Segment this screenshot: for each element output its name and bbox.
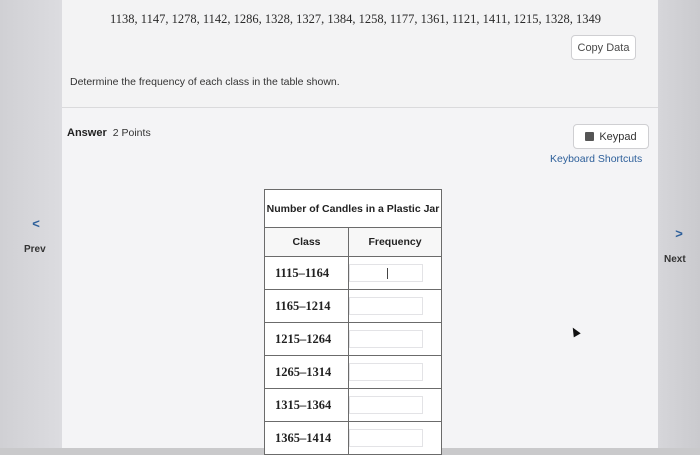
- next-button[interactable]: Next: [664, 254, 686, 265]
- frequency-input[interactable]: [349, 330, 423, 348]
- keypad-label: Keypad: [599, 130, 637, 143]
- copy-data-button[interactable]: Copy Data: [571, 35, 636, 60]
- next-arrow-icon[interactable]: >: [668, 222, 690, 244]
- data-values: 1138, 1147, 1278, 1142, 1286, 1328, 1327…: [110, 12, 601, 26]
- class-cell: 1365–1414: [264, 421, 349, 455]
- prev-arrow-icon[interactable]: <: [25, 212, 47, 234]
- keypad-icon: [585, 132, 595, 141]
- table-row: 1165–1214: [264, 289, 442, 323]
- frequency-table: Number of Candles in a Plastic Jar Class…: [264, 189, 442, 455]
- question-text: Determine the frequency of each class in…: [70, 76, 340, 88]
- keyboard-shortcuts-link[interactable]: Keyboard Shortcuts: [550, 153, 642, 165]
- table-row: 1315–1364: [264, 388, 442, 422]
- table-caption: Number of Candles in a Plastic Jar: [264, 189, 442, 228]
- class-cell: 1315–1364: [264, 388, 349, 422]
- answer-header: Answer 2 Points: [67, 127, 151, 139]
- text-caret: [387, 268, 388, 279]
- table-row: 1365–1414: [264, 421, 442, 455]
- prev-button[interactable]: Prev: [24, 244, 46, 255]
- frequency-input[interactable]: [349, 264, 423, 282]
- frequency-input[interactable]: [349, 363, 423, 381]
- frequency-input[interactable]: [349, 429, 423, 447]
- keypad-button[interactable]: Keypad: [573, 124, 649, 149]
- class-cell: 1115–1164: [264, 256, 349, 290]
- table-row: 1115–1164: [264, 256, 442, 290]
- class-cell: 1165–1214: [264, 289, 349, 323]
- column-header-frequency: Frequency: [348, 227, 442, 257]
- table-row: 1265–1314: [264, 355, 442, 389]
- frequency-input[interactable]: [349, 396, 423, 414]
- class-cell: 1265–1314: [264, 355, 349, 389]
- frequency-input[interactable]: [349, 297, 423, 315]
- table-row: 1215–1264: [264, 322, 442, 356]
- class-cell: 1215–1264: [264, 322, 349, 356]
- answer-label: Answer: [67, 127, 107, 139]
- points-label: 2 Points: [112, 127, 151, 139]
- column-header-class: Class: [264, 227, 349, 257]
